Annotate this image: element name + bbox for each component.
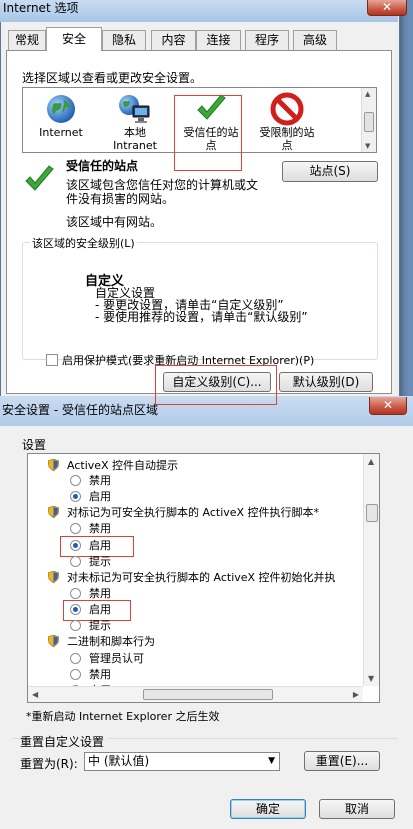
ok-button[interactable]: 确定	[230, 799, 306, 819]
setting-option[interactable]: 提示	[70, 618, 111, 634]
scroll-thumb[interactable]	[143, 689, 273, 700]
option-label: 提示	[89, 619, 111, 632]
scroll-up-icon: ▲	[365, 90, 371, 98]
setting-option[interactable]: 提示	[70, 554, 111, 570]
option-label: 管理员认可	[89, 652, 144, 665]
close-button[interactable]: ✕	[367, 0, 407, 16]
zone-label-line: 受限制的站	[259, 126, 315, 139]
setting-option[interactable]: 启用	[70, 489, 111, 505]
radio-button[interactable]	[70, 588, 81, 599]
radio-button[interactable]	[70, 475, 81, 486]
setting-header-label: 二进制和脚本行为	[67, 635, 155, 648]
radio-button[interactable]	[70, 653, 81, 664]
tab-content[interactable]: 内容	[151, 30, 196, 50]
radio-button[interactable]	[70, 620, 81, 631]
setting-header: 对标记为可安全执行脚本的 ActiveX 控件执行脚本*	[48, 505, 319, 521]
shield-icon	[48, 506, 59, 518]
zone-label-line: Intranet	[113, 139, 157, 152]
zone-internet[interactable]: Internet	[24, 88, 98, 150]
internet-options-titlebar: Internet 选项	[0, 0, 398, 22]
restart-note: *重新启动 Internet Explorer 之后生效	[26, 710, 220, 723]
scroll-down-icon: ▼	[368, 674, 375, 683]
setting-header-label: 对未标记为可安全执行脚本的 ActiveX 控件初始化并执	[67, 571, 336, 584]
tab-programs[interactable]: 程序	[245, 30, 289, 50]
scroll-right-icon: ▶	[352, 690, 359, 699]
zone-title: 受信任的站点	[66, 159, 139, 173]
tab-security[interactable]: 安全	[46, 27, 102, 51]
zone-label: 本地 Intranet	[98, 126, 172, 152]
setting-option[interactable]: 禁用	[70, 667, 111, 683]
setting-option[interactable]: 禁用	[70, 521, 111, 537]
default-level-button[interactable]: 默认级别(D)	[279, 372, 373, 392]
reset-select-value: 中 (默认值)	[88, 754, 150, 768]
window-title: 安全设置 - 受信任的站点区域	[2, 403, 158, 417]
close-icon: ✕	[381, 0, 393, 14]
cancel-button[interactable]: 取消	[319, 799, 395, 819]
option-label: 禁用	[89, 474, 111, 487]
chevron-down-icon: ▼	[268, 756, 275, 766]
zone-local-intranet[interactable]: 本地 Intranet	[98, 88, 172, 152]
reset-button[interactable]: 重置(E)...	[304, 751, 380, 771]
reset-level-select[interactable]: 中 (默认值) ▼	[84, 752, 280, 771]
zone-has-sites: 该区域中有网站。	[66, 215, 163, 229]
tab-advanced[interactable]: 高级	[293, 30, 337, 50]
setting-option[interactable]: 禁用	[70, 473, 111, 489]
reset-to-label: 重置为(R):	[20, 757, 78, 771]
highlight-box	[174, 95, 242, 171]
highlight-box	[155, 365, 277, 405]
shield-icon	[48, 635, 59, 647]
radio-button[interactable]	[70, 491, 81, 502]
setting-header: ActiveX 控件自动提示	[48, 458, 178, 474]
zone-restricted-sites[interactable]: 受限制的站 点	[250, 88, 324, 152]
tab-privacy[interactable]: 隐私	[102, 30, 146, 50]
scroll-down-icon: ▼	[365, 142, 371, 150]
globe-icon	[47, 95, 75, 123]
window-title: Internet 选项	[3, 1, 79, 15]
radio-button[interactable]	[70, 669, 81, 680]
zone-description: 该区域包含您信任对您的计算机或文件没有损害的网站。	[66, 178, 259, 206]
tab-connections[interactable]: 连接	[196, 30, 241, 50]
custom-line: - 要使用推荐的设置，请单击“默认级别”	[95, 310, 308, 324]
zone-label: Internet	[39, 126, 83, 139]
zone-list-scrollbar[interactable]: ▲ ▼	[361, 88, 376, 152]
close-button[interactable]: ✕	[369, 397, 407, 415]
settings-label: 设置	[22, 438, 47, 452]
radio-button[interactable]	[70, 556, 81, 567]
zone-label: 受限制的站 点	[250, 126, 324, 152]
checkmark-icon	[25, 165, 54, 191]
radio-button[interactable]	[70, 523, 81, 534]
option-label: 禁用	[89, 587, 111, 600]
security-level-label: 该区域的安全级别(L)	[30, 235, 137, 251]
scroll-up-icon: ▲	[368, 457, 375, 466]
intranet-icon	[119, 95, 150, 123]
scroll-left-icon: ◀	[32, 690, 39, 699]
scroll-thumb[interactable]	[364, 112, 374, 132]
close-icon: ✕	[382, 398, 394, 412]
setting-option[interactable]: 管理员认可	[70, 651, 144, 667]
option-label: 禁用	[89, 668, 111, 681]
sites-button[interactable]: 站点(S)	[282, 161, 378, 182]
setting-header: 对未标记为可安全执行脚本的 ActiveX 控件初始化并执	[48, 570, 336, 586]
shield-icon	[48, 459, 59, 471]
option-label: 提示	[89, 555, 111, 568]
settings-vertical-scrollbar[interactable]: ▲ ▼	[363, 454, 379, 686]
option-label: 禁用	[89, 522, 111, 535]
checkbox-box[interactable]	[46, 354, 58, 366]
reset-group-label: 重置自定义设置	[20, 733, 109, 750]
shield-icon	[48, 571, 59, 583]
zone-instructions: 选择区域以查看或更改安全设置。	[22, 71, 203, 85]
scroll-thumb[interactable]	[366, 504, 378, 522]
setting-header: 二进制和脚本行为	[48, 634, 155, 650]
settings-horizontal-scrollbar[interactable]: ◀ ▶	[28, 686, 363, 702]
setting-header-label: 对标记为可安全执行脚本的 ActiveX 控件执行脚本*	[67, 506, 320, 519]
zone-label-line: 本地	[124, 126, 146, 139]
setting-header-label: ActiveX 控件自动提示	[67, 459, 179, 472]
zone-label-line: 点	[281, 139, 293, 152]
tab-general[interactable]: 常规	[8, 30, 46, 50]
no-entry-icon	[270, 92, 304, 126]
custom-level-description: 自定义设置 - 要更改设置，请单击“自定义级别” - 要使用推荐的设置，请单击“…	[95, 287, 308, 323]
option-label: 启用	[89, 490, 111, 503]
